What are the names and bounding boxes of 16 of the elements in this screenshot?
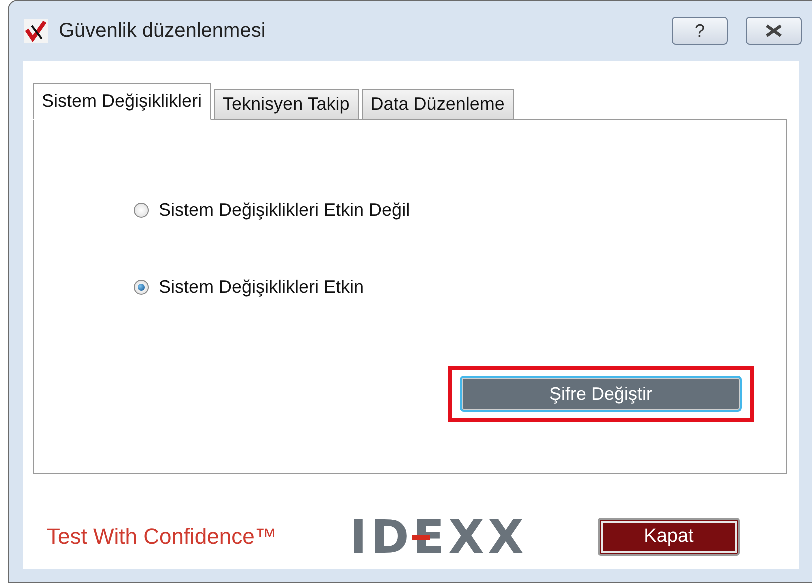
slogan-text: Test With Confidence™: [47, 524, 278, 550]
help-button[interactable]: ?: [672, 17, 728, 45]
radio-button[interactable]: [134, 203, 149, 218]
tab[interactable]: Sistem Değişiklikleri: [33, 83, 212, 120]
radio-button[interactable]: [134, 280, 149, 295]
checkmark-icon: [23, 18, 49, 44]
tab[interactable]: Data Düzenleme: [362, 89, 514, 120]
close-button[interactable]: [746, 17, 802, 45]
tab[interactable]: Teknisyen Takip: [214, 89, 359, 120]
brand-logo: IDEXX: [350, 514, 529, 560]
close-dialog-button[interactable]: Kapat: [598, 518, 740, 556]
change-password-button[interactable]: Şifre Değiştir: [460, 376, 742, 412]
radio-label: Sistem Değişiklikleri Etkin Değil: [159, 200, 410, 221]
radio-label: Sistem Değişiklikleri Etkin: [159, 277, 364, 298]
window-title: Güvenlik düzenlenmesi: [59, 20, 267, 42]
close-icon: [764, 24, 784, 38]
